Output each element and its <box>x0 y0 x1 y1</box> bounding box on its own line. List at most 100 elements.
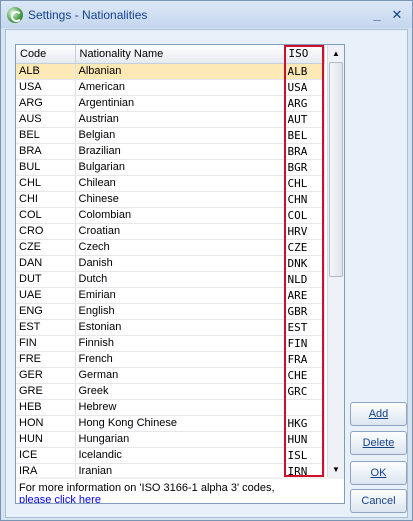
cell-code[interactable]: FIN <box>16 335 76 352</box>
cell-code[interactable]: CHL <box>16 175 76 192</box>
cell-nationality-name[interactable]: Estonian <box>75 319 285 336</box>
cell-nationality-name[interactable]: Albanian <box>75 63 285 80</box>
cell-iso[interactable]: AUT <box>284 111 325 128</box>
cell-code[interactable]: CZE <box>16 239 76 256</box>
table-row[interactable]: HUN Hungarian HUN <box>16 431 325 448</box>
cell-iso[interactable]: FIN <box>284 335 325 352</box>
cell-code[interactable]: GRE <box>16 383 76 400</box>
cell-iso[interactable]: HUN <box>284 431 325 448</box>
cell-nationality-name[interactable]: English <box>75 303 285 320</box>
cell-code[interactable]: DUT <box>16 271 76 288</box>
table-row[interactable]: ENG English GBR <box>16 303 325 320</box>
cell-iso[interactable]: CZE <box>284 239 325 256</box>
close-button[interactable]: ✕ <box>388 6 406 24</box>
cell-iso[interactable]: ARE <box>284 287 325 304</box>
scroll-up-arrow-icon[interactable]: ▲ <box>328 45 344 61</box>
table-row[interactable]: FIN Finnish FIN <box>16 335 325 352</box>
cell-nationality-name[interactable]: Brazilian <box>75 143 285 160</box>
cell-code[interactable]: ICE <box>16 447 76 464</box>
cell-code[interactable]: ENG <box>16 303 76 320</box>
cell-iso[interactable]: BEL <box>284 127 325 144</box>
cell-iso[interactable]: CHE <box>284 367 325 384</box>
cell-nationality-name[interactable]: Austrian <box>75 111 285 128</box>
cell-code[interactable]: BUL <box>16 159 76 176</box>
cell-code[interactable]: ARG <box>16 95 76 112</box>
cell-nationality-name[interactable]: Bulgarian <box>75 159 285 176</box>
table-row[interactable]: HON Hong Kong Chinese HKG <box>16 415 325 432</box>
cell-nationality-name[interactable]: American <box>75 79 285 96</box>
table-row[interactable]: ICE Icelandic ISL <box>16 447 325 464</box>
cell-code[interactable]: HUN <box>16 431 76 448</box>
cell-nationality-name[interactable]: Croatian <box>75 223 285 240</box>
cell-code[interactable]: EST <box>16 319 76 336</box>
table-row[interactable]: CHI Chinese CHN <box>16 191 325 208</box>
cell-iso[interactable]: DNK <box>284 255 325 272</box>
table-row[interactable]: GER German CHE <box>16 367 325 384</box>
cell-code[interactable]: UAE <box>16 287 76 304</box>
table-row[interactable]: CRO Croatian HRV <box>16 223 325 240</box>
cell-iso[interactable]: IRN <box>284 463 325 477</box>
cell-iso[interactable]: COL <box>284 207 325 224</box>
cancel-button[interactable]: Cancel <box>350 489 407 513</box>
cell-iso[interactable]: HKG <box>284 415 325 432</box>
cell-nationality-name[interactable]: German <box>75 367 285 384</box>
table-row[interactable]: ARG Argentinian ARG <box>16 95 325 112</box>
cell-iso[interactable]: GBR <box>284 303 325 320</box>
column-header-code[interactable]: Code <box>16 45 76 64</box>
cell-code[interactable]: AUS <box>16 111 76 128</box>
table-row[interactable]: DAN Danish DNK <box>16 255 325 272</box>
cell-nationality-name[interactable]: Dutch <box>75 271 285 288</box>
cell-iso[interactable]: EST <box>284 319 325 336</box>
add-button[interactable]: Add <box>350 402 407 426</box>
column-header-iso[interactable]: ISO <box>284 45 325 64</box>
cell-code[interactable]: DAN <box>16 255 76 272</box>
cell-nationality-name[interactable]: Hungarian <box>75 431 285 448</box>
table-row[interactable]: COL Colombian COL <box>16 207 325 224</box>
table-row[interactable]: HEB Hebrew <box>16 399 325 416</box>
cell-code[interactable]: ALB <box>16 63 76 80</box>
cell-code[interactable]: GER <box>16 367 76 384</box>
table-row[interactable]: FRE French FRA <box>16 351 325 368</box>
cell-code[interactable]: BRA <box>16 143 76 160</box>
cell-nationality-name[interactable]: Icelandic <box>75 447 285 464</box>
table-row[interactable]: DUT Dutch NLD <box>16 271 325 288</box>
table-row[interactable]: ALB Albanian ALB <box>16 63 325 80</box>
cell-iso[interactable]: ARG <box>284 95 325 112</box>
cell-code[interactable]: CRO <box>16 223 76 240</box>
cell-iso[interactable]: ISL <box>284 447 325 464</box>
cell-nationality-name[interactable]: Danish <box>75 255 285 272</box>
cell-nationality-name[interactable]: Belgian <box>75 127 285 144</box>
table-row[interactable]: GRE Greek GRC <box>16 383 325 400</box>
cell-iso[interactable]: ALB <box>284 63 325 80</box>
cell-nationality-name[interactable]: Iranian <box>75 463 285 477</box>
column-header-nationality-name[interactable]: Nationality Name <box>75 45 285 64</box>
table-row[interactable]: BUL Bulgarian BGR <box>16 159 325 176</box>
cell-code[interactable]: HEB <box>16 399 76 416</box>
table-row[interactable]: CHL Chilean CHL <box>16 175 325 192</box>
cell-iso[interactable]: USA <box>284 79 325 96</box>
ok-button[interactable]: OK <box>350 461 407 485</box>
cell-nationality-name[interactable]: Finnish <box>75 335 285 352</box>
scroll-down-arrow-icon[interactable]: ▼ <box>328 461 344 477</box>
cell-iso[interactable]: CHL <box>284 175 325 192</box>
cell-code[interactable]: IRA <box>16 463 76 477</box>
table-row[interactable]: EST Estonian EST <box>16 319 325 336</box>
cell-iso[interactable] <box>284 399 325 416</box>
table-row[interactable]: BRA Brazilian BRA <box>16 143 325 160</box>
cell-iso[interactable]: CHN <box>284 191 325 208</box>
cell-iso[interactable]: NLD <box>284 271 325 288</box>
scroll-thumb[interactable] <box>329 62 343 277</box>
cell-nationality-name[interactable]: Czech <box>75 239 285 256</box>
cell-iso[interactable]: HRV <box>284 223 325 240</box>
cell-code[interactable]: BEL <box>16 127 76 144</box>
cell-code[interactable]: HON <box>16 415 76 432</box>
cell-code[interactable]: COL <box>16 207 76 224</box>
table-row[interactable]: IRA Iranian IRN <box>16 463 325 477</box>
cell-nationality-name[interactable]: Hong Kong Chinese <box>75 415 285 432</box>
cell-nationality-name[interactable]: Colombian <box>75 207 285 224</box>
delete-button[interactable]: Delete <box>350 431 407 455</box>
cell-nationality-name[interactable]: Greek <box>75 383 285 400</box>
cell-nationality-name[interactable]: French <box>75 351 285 368</box>
cell-nationality-name[interactable]: Emirian <box>75 287 285 304</box>
iso-info-link[interactable]: please click here <box>19 494 101 503</box>
